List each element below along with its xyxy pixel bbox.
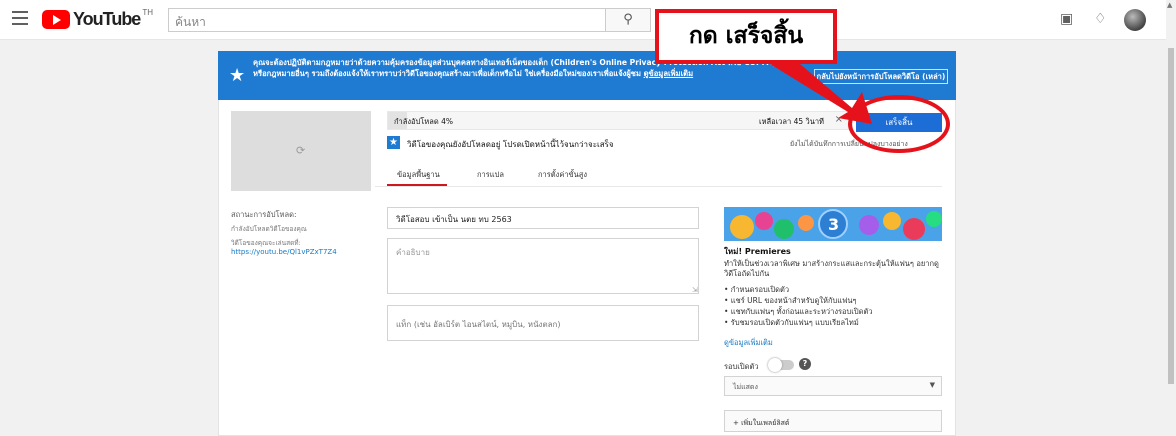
- annotation-circle: [848, 95, 950, 153]
- annotation-arrow: [770, 64, 872, 124]
- annotation-callout: กด เสร็จสิ้น: [655, 9, 837, 64]
